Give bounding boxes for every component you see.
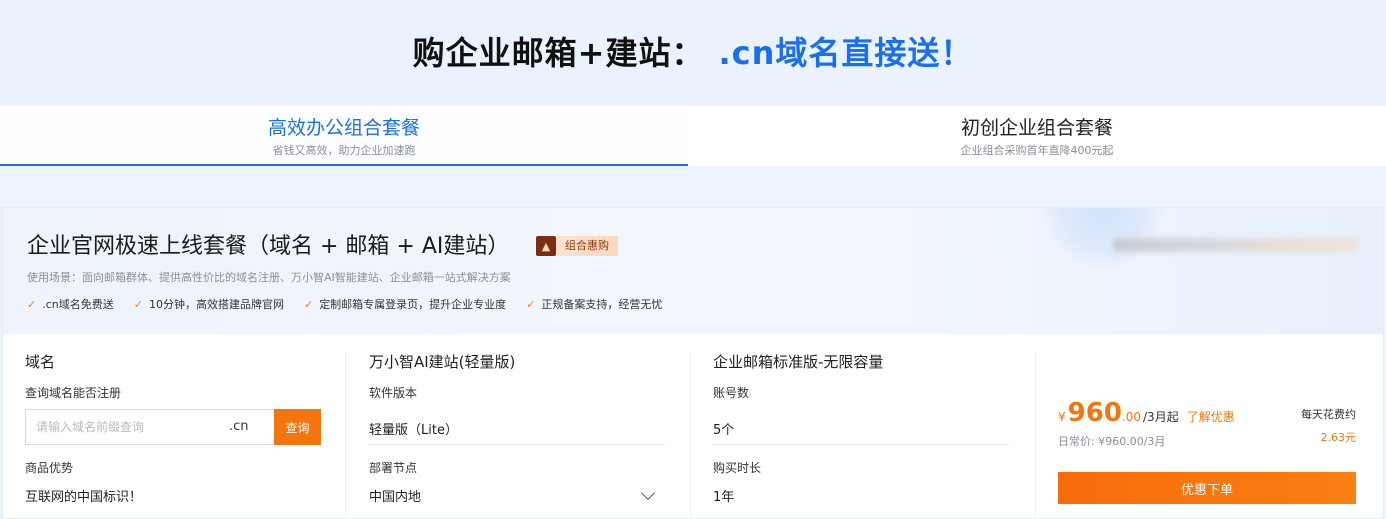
headline-accent: .cn域名直接送！	[718, 34, 974, 72]
package-tabs: 高效办公组合套餐 省钱又高效，助力企业加速跑 初创企业组合套餐 企业组合采购首年…	[0, 106, 1386, 166]
site-builder-title: 万小智AI建站(轻量版)	[369, 353, 516, 371]
feature-item: ✓ 定制邮箱专属登录页，提升企业专业度	[303, 297, 507, 312]
advantage-value: 互联网的中国标识！	[25, 490, 143, 505]
learn-discount-link[interactable]: 了解优惠	[1187, 408, 1235, 425]
tab-subtitle: 省钱又高效，助力企业加速跑	[272, 144, 416, 157]
domain-search: .cn 查询	[25, 409, 321, 445]
column-divider	[690, 352, 691, 519]
tab-subtitle: 企业组合采购首年直降400元起	[960, 144, 1114, 157]
row-divider	[369, 444, 665, 445]
accounts-label: 账号数	[713, 386, 750, 400]
accounts-value[interactable]: 5个	[713, 419, 734, 438]
mail-column: 企业邮箱标准版-无限容量 账号数 5个 购买时长 1年	[713, 334, 1013, 519]
domain-query-label: 查询域名能否注册	[25, 386, 122, 400]
advantage-label: 商品优势	[25, 461, 74, 475]
fire-icon: ▲	[536, 236, 556, 256]
package-config: 域名 查询域名能否注册 .cn 查询 商品优势 互联网的中国标识！ 万小智AI建…	[3, 334, 1383, 519]
check-icon: ✓	[27, 297, 37, 311]
mail-title: 企业邮箱标准版-无限容量	[713, 353, 884, 371]
package-header: 企业官网极速上线套餐（域名 + 邮箱 + AI建站） ▲ 组合惠购 使用场景：面…	[3, 208, 1383, 334]
headline-main: 购企业邮箱+建站：	[412, 34, 705, 72]
site-builder-column: 万小智AI建站(轻量版) 软件版本 轻量版（Lite） 部署节点 中国内地	[369, 334, 669, 519]
package-card: 企业官网极速上线套餐（域名 + 邮箱 + AI建站） ▲ 组合惠购 使用场景：面…	[2, 207, 1384, 519]
tab-efficient-office[interactable]: 高效办公组合套餐 省钱又高效，助力企业加速跑	[0, 106, 688, 166]
price-currency: ¥	[1058, 410, 1066, 424]
price-line: ¥ 960 .00 /3月起 了解优惠	[1058, 398, 1235, 428]
version-value[interactable]: 轻量版（Lite）	[369, 419, 458, 438]
tab-title: 高效办公组合套餐	[267, 117, 420, 139]
check-icon: ✓	[133, 297, 143, 311]
column-divider	[1035, 352, 1036, 519]
price-integer: 960	[1067, 398, 1122, 428]
domain-title: 域名	[25, 353, 56, 371]
domain-suffix: .cn	[229, 419, 249, 434]
original-price: 日常价: ¥960.00/3月	[1058, 435, 1166, 448]
combo-badge: ▲ 组合惠购	[536, 235, 618, 257]
domain-column: 域名 查询域名能否注册 .cn 查询 商品优势 互联网的中国标识！	[3, 334, 343, 519]
tab-startup[interactable]: 初创企业组合套餐 企业组合采购首年直降400元起	[688, 106, 1386, 166]
check-icon: ✓	[303, 297, 314, 311]
node-label: 部署节点	[369, 461, 418, 475]
column-divider	[345, 352, 346, 519]
duration-value[interactable]: 1年	[713, 486, 734, 505]
feature-item: ✓ .cn域名免费送	[27, 297, 114, 312]
price-panel: ¥ 960 .00 /3月起 了解优惠 每天花费约 2.63元 日常价: ¥96…	[1058, 334, 1358, 519]
daily-cost-value: 2.63元	[1320, 431, 1357, 444]
package-title: 企业官网极速上线套餐（域名 + 邮箱 + AI建站）	[27, 234, 510, 259]
tab-title: 初创企业组合套餐	[960, 117, 1113, 139]
order-button[interactable]: 优惠下单	[1058, 472, 1356, 504]
feature-item: ✓ 10分钟，高效搭建品牌官网	[133, 297, 284, 312]
duration-label: 购买时长	[713, 461, 762, 475]
domain-search-button[interactable]: 查询	[274, 409, 321, 445]
version-label: 软件版本	[369, 386, 418, 400]
blurred-promo-text	[1113, 238, 1358, 252]
badge-label: 组合惠购	[556, 236, 618, 256]
node-select[interactable]: 中国内地	[369, 486, 421, 505]
check-icon: ✓	[526, 297, 536, 311]
price-unit: /3月起	[1143, 410, 1179, 424]
usage-scenario: 使用场景：面向邮箱群体、提供高性价比的域名注册、万小智AI智能建站、企业邮箱一站…	[27, 271, 511, 284]
page-headline: 购企业邮箱+建站： .cn域名直接送！	[0, 28, 1386, 72]
price-decimal: .00	[1121, 410, 1142, 424]
feature-list: ✓ .cn域名免费送 ✓ 10分钟，高效搭建品牌官网 ✓ 定制邮箱专属登录页，提升企业…	[27, 296, 682, 312]
feature-item: ✓ 正规备案支持，经营无忧	[526, 297, 663, 312]
daily-cost-label: 每天花费约	[1301, 408, 1356, 421]
row-divider	[713, 444, 1009, 445]
